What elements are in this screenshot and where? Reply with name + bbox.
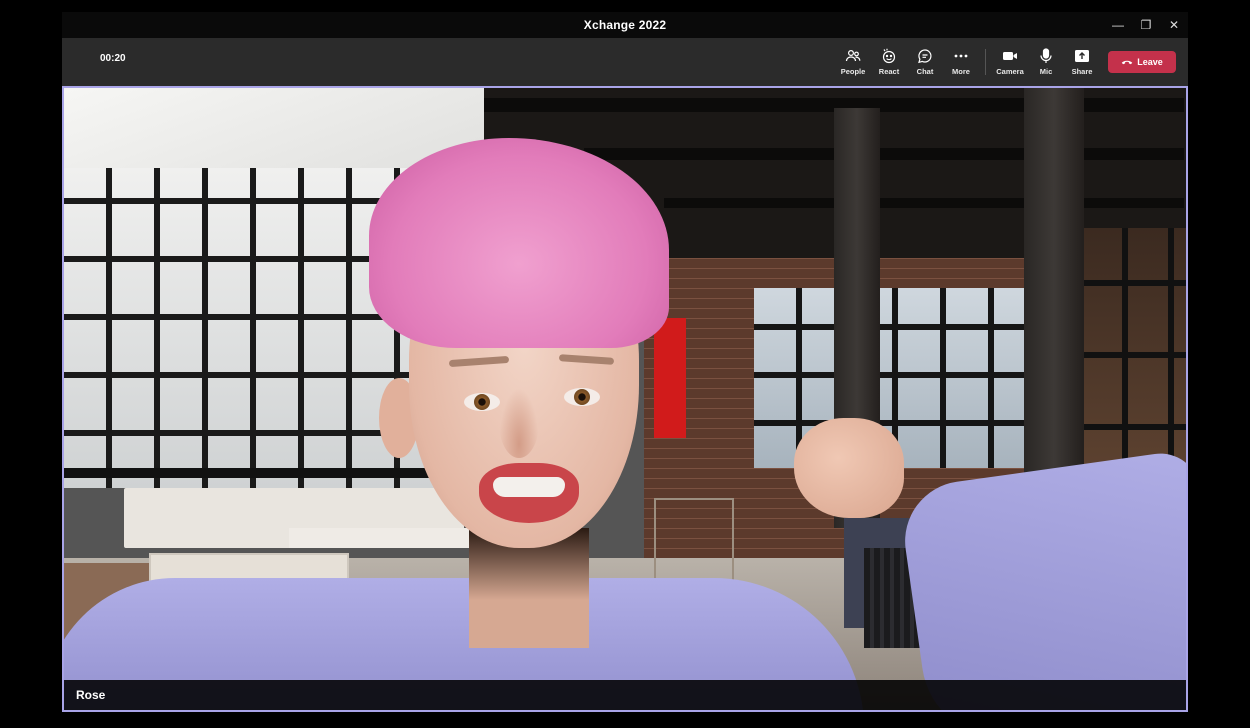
window-title: Xchange 2022 — [583, 18, 667, 32]
camera-button[interactable]: Camera — [992, 42, 1028, 82]
restore-icon: ❐ — [1140, 18, 1152, 32]
chat-icon — [918, 49, 932, 64]
participant-video — [64, 88, 1186, 710]
avatar-iris — [474, 394, 490, 410]
meeting-window: Xchange 2022 — ❐ ✕ 00:20 People React Ch… — [62, 12, 1188, 712]
video-background-beam — [664, 198, 1184, 208]
mic-label: Mic — [1039, 67, 1053, 76]
video-background-pillar — [1024, 88, 1084, 518]
participant-name-bar: Rose — [64, 680, 1186, 710]
chat-button[interactable]: Chat — [907, 42, 943, 82]
meeting-toolbar: 00:20 People React Chat More Camera Mic … — [62, 38, 1188, 86]
avatar-fist — [794, 418, 904, 518]
meeting-controls: People React Chat More Camera Mic Share … — [835, 38, 1176, 86]
share-label: Share — [1071, 67, 1093, 76]
react-icon — [882, 48, 896, 64]
participant-name: Rose — [76, 688, 106, 702]
more-label: More — [952, 67, 970, 76]
chat-label: Chat — [916, 67, 934, 76]
video-stage[interactable]: Rose — [62, 86, 1188, 712]
mic-icon — [1040, 48, 1052, 63]
call-timer: 00:20 — [100, 53, 126, 64]
camera-icon — [1003, 52, 1017, 60]
avatar-teeth — [493, 477, 565, 497]
window-controls: — ❐ ✕ — [1104, 12, 1188, 38]
share-icon — [1075, 50, 1089, 62]
avatar-nose — [499, 388, 539, 458]
people-icon — [845, 49, 861, 62]
avatar-brow — [448, 355, 510, 368]
share-button[interactable]: Share — [1064, 42, 1100, 82]
camera-label: Camera — [996, 67, 1024, 76]
mic-button[interactable]: Mic — [1028, 42, 1064, 82]
more-button[interactable]: More — [943, 42, 979, 82]
react-button[interactable]: React — [871, 42, 907, 82]
phone-hangup-icon — [1121, 60, 1133, 65]
avatar-hair — [369, 138, 669, 348]
react-label: React — [878, 67, 900, 76]
avatar-eye — [464, 393, 500, 411]
title-bar: Xchange 2022 — ❐ ✕ — [62, 12, 1188, 38]
people-button[interactable]: People — [835, 42, 871, 82]
minimize-icon: — — [1112, 18, 1124, 32]
more-icon — [954, 54, 968, 58]
avatar-mouth — [479, 463, 579, 523]
avatar-arm — [897, 448, 1186, 710]
restore-button[interactable]: ❐ — [1132, 12, 1160, 38]
avatar-brow — [558, 354, 615, 365]
leave-label: Leave — [1137, 57, 1163, 67]
avatar — [364, 138, 684, 710]
toolbar-divider — [985, 49, 986, 75]
leave-button[interactable]: Leave — [1108, 51, 1176, 73]
avatar-eye — [564, 388, 600, 406]
close-icon: ✕ — [1168, 18, 1180, 32]
minimize-button[interactable]: — — [1104, 12, 1132, 38]
people-label: People — [840, 67, 866, 76]
close-button[interactable]: ✕ — [1160, 12, 1188, 38]
avatar-iris — [574, 389, 590, 405]
